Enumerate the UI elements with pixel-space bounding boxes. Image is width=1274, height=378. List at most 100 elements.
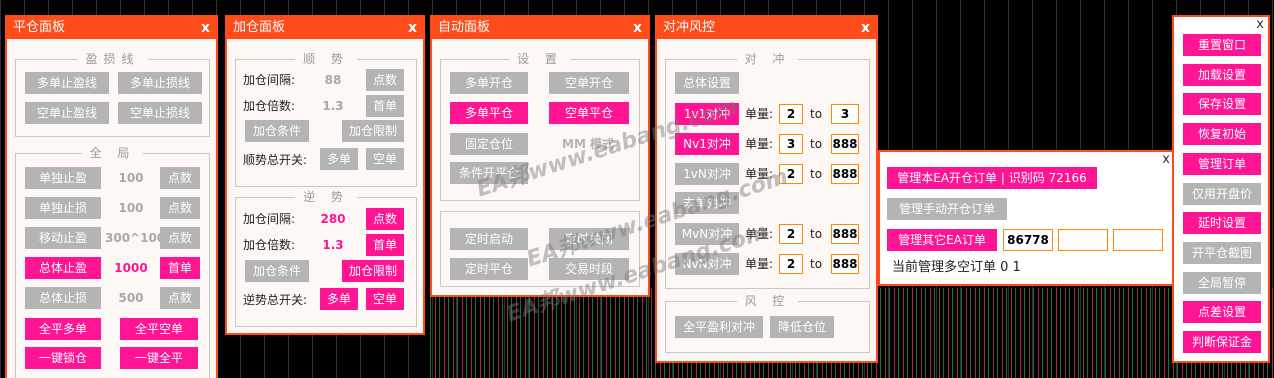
trend-long-button[interactable]: 多单	[320, 148, 358, 170]
long-close-button[interactable]: 多单平仓	[450, 102, 528, 124]
total-take-profit-button[interactable]: 总体止盈	[25, 257, 101, 279]
short-close-button[interactable]: 空单平仓	[549, 102, 629, 124]
timer-stop-button[interactable]: 定时关闭	[549, 228, 629, 250]
other-ea-id-input-2[interactable]	[1058, 229, 1108, 251]
conditional-open-close-button[interactable]: 条件开平仓	[450, 162, 528, 184]
add-position-panel: 加仓面板 x 顺 势 加仓间隔: 88 点数 加仓倍数: 1.3 首单 加仓条件…	[225, 15, 425, 335]
trend-interval-unit-button[interactable]: 点数	[366, 69, 404, 91]
side-menu-item[interactable]: 延时设置	[1183, 212, 1261, 235]
hedge-panel-titlebar[interactable]: 对冲风控 x	[657, 17, 876, 39]
hedge-mvn-from-input[interactable]: 2	[779, 224, 803, 244]
single-stop-loss-unit-button[interactable]: 点数	[160, 197, 200, 219]
trend-limit-button[interactable]: 加仓限制	[342, 120, 404, 142]
single-take-profit-value[interactable]: 100	[105, 167, 157, 189]
close-icon[interactable]: x	[201, 17, 210, 39]
other-ea-id-input[interactable]: 86778	[1003, 229, 1053, 251]
counter-limit-button[interactable]: 加仓限制	[342, 260, 404, 282]
long-open-button[interactable]: 多单开仓	[450, 72, 528, 94]
hedge-nv1-from-input[interactable]: 3	[779, 134, 803, 154]
hedge-mvn-to-input[interactable]: 888	[831, 224, 859, 244]
close-icon[interactable]: x	[633, 17, 642, 39]
hedge-nv1-button[interactable]: Nv1对冲	[675, 133, 739, 155]
side-menu-item[interactable]: 仅用开盘价	[1183, 182, 1261, 205]
side-menu-item[interactable]: 全局暂停	[1183, 271, 1261, 294]
short-take-profit-line-button[interactable]: 空单止盈线	[25, 102, 109, 124]
timer-close-position-button[interactable]: 定时平仓	[450, 258, 528, 280]
trend-multiplier-unit-button[interactable]: 首单	[366, 95, 404, 117]
counter-condition-button[interactable]: 加仓条件	[245, 260, 309, 282]
hedge-1vn-from-input[interactable]: 2	[779, 164, 803, 184]
trading-session-button[interactable]: 交易时段	[549, 258, 629, 280]
short-open-button[interactable]: 空单开仓	[549, 72, 629, 94]
auto-panel-titlebar[interactable]: 自动面板 x	[432, 17, 648, 39]
trend-short-button[interactable]: 空单	[366, 148, 404, 170]
side-menu-item[interactable]: 恢复初始	[1183, 123, 1261, 146]
hedge-nvn-button[interactable]: NvN对冲	[675, 253, 739, 275]
counter-switch-label: 逆势总开关:	[243, 293, 308, 307]
fixed-lot-button[interactable]: 固定仓位	[450, 133, 528, 155]
counter-multiplier-unit-button[interactable]: 首单	[366, 234, 404, 256]
close-icon[interactable]: x	[1162, 152, 1170, 167]
long-take-profit-line-button[interactable]: 多单止盈线	[25, 72, 109, 94]
total-stop-loss-button[interactable]: 总体止损	[25, 287, 101, 309]
hedge-1vn-button[interactable]: 1vN对冲	[675, 163, 739, 185]
single-take-profit-button[interactable]: 单独止盈	[25, 167, 101, 189]
hedge-1v1-from-input[interactable]: 2	[779, 104, 803, 124]
trailing-take-profit-button[interactable]: 移动止盈	[25, 227, 101, 249]
close-all-short-button[interactable]: 全平空单	[120, 318, 198, 340]
single-stop-loss-value[interactable]: 100	[105, 197, 157, 219]
short-stop-loss-line-button[interactable]: 空单止损线	[118, 102, 202, 124]
add-panel-title: 加仓面板	[233, 20, 286, 35]
counter-short-button[interactable]: 空单	[366, 288, 404, 310]
single-stop-loss-button[interactable]: 单独止损	[25, 197, 101, 219]
trend-interval-value[interactable]: 88	[315, 69, 351, 91]
trend-multiplier-value[interactable]: 1.3	[315, 95, 351, 117]
manage-ea-orders-button[interactable]: 管理本EA开仓订单 | 识别码 72166	[887, 167, 1097, 189]
hedge-nv1-to-input[interactable]: 888	[831, 134, 859, 154]
close-icon[interactable]: x	[408, 17, 417, 39]
counter-multiplier-label: 加仓倍数:	[243, 238, 296, 252]
close-panel-title: 平仓面板	[13, 20, 66, 35]
hedge-1vn-to-input[interactable]: 888	[831, 164, 859, 184]
other-ea-id-input-3[interactable]	[1113, 229, 1163, 251]
total-take-profit-value[interactable]: 1000	[105, 257, 157, 279]
close-icon[interactable]: x	[861, 17, 870, 39]
single-take-profit-unit-button[interactable]: 点数	[160, 167, 200, 189]
close-icon[interactable]: x	[1256, 17, 1264, 32]
counter-long-button[interactable]: 多单	[320, 288, 358, 310]
hedge-last-order-button[interactable]: 末单对冲	[675, 192, 739, 214]
side-menu-item[interactable]: 判断保证金	[1183, 331, 1261, 353]
side-menu-item[interactable]: 开平仓截图	[1183, 241, 1261, 264]
trend-condition-button[interactable]: 加仓条件	[245, 120, 309, 142]
reduce-position-button[interactable]: 降低仓位	[770, 316, 834, 338]
hedge-overall-settings-button[interactable]: 总体设置	[675, 72, 739, 94]
counter-interval-value[interactable]: 280	[315, 208, 351, 230]
total-take-profit-unit-button[interactable]: 首单	[160, 257, 200, 279]
close-profit-hedge-button[interactable]: 全平盈利对冲	[675, 316, 763, 338]
hedge-1v1-button[interactable]: 1v1对冲	[675, 103, 739, 125]
side-menu-item[interactable]: 保存设置	[1183, 93, 1261, 116]
one-click-lock-button[interactable]: 一键锁仓	[25, 347, 101, 369]
close-panel-titlebar[interactable]: 平仓面板 x	[7, 17, 216, 39]
trailing-take-profit-unit-button[interactable]: 点数	[160, 227, 200, 249]
counter-interval-unit-button[interactable]: 点数	[366, 208, 404, 230]
side-menu-item[interactable]: 点差设置	[1183, 301, 1261, 324]
side-menu-item[interactable]: 重置窗口	[1183, 34, 1261, 56]
hedge-nvn-from-input[interactable]: 2	[779, 254, 803, 274]
add-panel-titlebar[interactable]: 加仓面板 x	[227, 17, 423, 39]
trailing-take-profit-value[interactable]: 300^100	[105, 227, 165, 249]
hedge-1v1-to-input[interactable]: 3	[831, 104, 859, 124]
one-click-close-all-button[interactable]: 一键全平	[120, 347, 198, 369]
side-menu-item[interactable]: 管理订单	[1183, 152, 1261, 175]
hedge-mvn-button[interactable]: MvN对冲	[675, 223, 739, 245]
total-stop-loss-value[interactable]: 500	[105, 287, 157, 309]
long-stop-loss-line-button[interactable]: 多单止损线	[118, 72, 202, 94]
close-all-long-button[interactable]: 全平多单	[25, 318, 101, 340]
total-stop-loss-unit-button[interactable]: 点数	[160, 287, 200, 309]
manage-manual-orders-button[interactable]: 管理手动开仓订单	[887, 198, 1007, 220]
hedge-nvn-to-input[interactable]: 888	[831, 254, 859, 274]
timer-start-button[interactable]: 定时启动	[450, 228, 528, 250]
manage-other-ea-orders-button[interactable]: 管理其它EA订单	[887, 229, 997, 251]
side-menu-item[interactable]: 加载设置	[1183, 63, 1261, 86]
counter-multiplier-value[interactable]: 1.3	[315, 234, 351, 256]
